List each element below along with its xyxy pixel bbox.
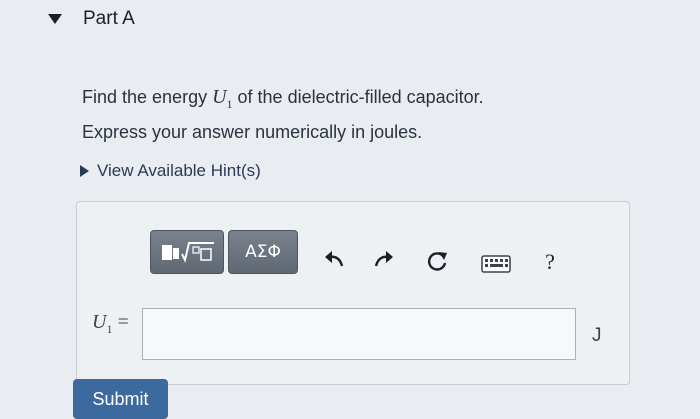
help-button[interactable]: ? xyxy=(536,248,564,276)
question-text: Find the energy U1 of the dielectric-fil… xyxy=(82,86,484,112)
templates-button[interactable] xyxy=(150,230,224,274)
answer-input[interactable] xyxy=(142,308,576,360)
keyboard-icon[interactable] xyxy=(480,250,512,278)
part-title: Part A xyxy=(83,8,135,29)
templates-sqrt-icon xyxy=(162,242,214,263)
submit-button[interactable]: Submit xyxy=(73,379,168,419)
collapse-caret-icon[interactable] xyxy=(44,10,66,28)
redo-icon[interactable] xyxy=(370,245,398,273)
greek-symbols-button[interactable]: ΑΣΦ xyxy=(228,230,298,274)
question-prefix: Find the energy xyxy=(82,87,213,107)
undo-icon[interactable] xyxy=(320,245,348,273)
answer-instruction: Express your answer numerically in joule… xyxy=(82,122,423,142)
question-variable: U1 xyxy=(212,86,233,111)
part-header: Part A xyxy=(0,0,700,40)
unit-label: J xyxy=(592,325,602,346)
reset-icon[interactable] xyxy=(423,248,451,276)
math-toolbar: ΑΣΦ xyxy=(150,229,298,275)
answer-variable-label: U1 = xyxy=(92,311,129,336)
hints-label: View Available Hint(s) xyxy=(97,161,261,180)
view-hints-link[interactable]: View Available Hint(s) xyxy=(80,161,261,181)
caret-right-icon xyxy=(80,165,89,177)
question-suffix: of the dielectric-filled capacitor. xyxy=(232,87,484,107)
